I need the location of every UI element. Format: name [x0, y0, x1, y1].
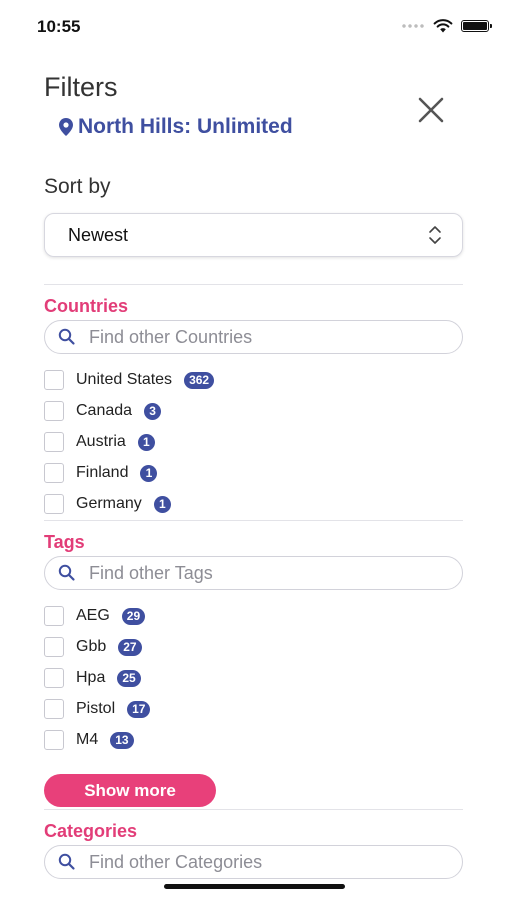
checkbox[interactable]: [44, 401, 64, 421]
location-pin-icon: [59, 118, 73, 136]
sort-select[interactable]: Newest: [44, 213, 463, 257]
count-badge: 1: [137, 433, 155, 451]
sort-label: Sort by: [44, 175, 111, 198]
filter-item[interactable]: United States 362: [44, 369, 215, 391]
filter-item-label: United States: [76, 371, 173, 388]
checkbox[interactable]: [44, 494, 64, 514]
count-badge: 13: [110, 731, 134, 749]
filter-item-label: Hpa: [76, 669, 106, 686]
categories-title: Categories: [44, 821, 138, 841]
countries-title: Countries: [44, 296, 129, 316]
signal-icon: [401, 24, 425, 28]
search-icon: [58, 328, 75, 345]
checkbox[interactable]: [44, 668, 64, 688]
categories-search-input[interactable]: [89, 851, 429, 873]
count-badge: 25: [117, 669, 141, 687]
count-badge: 17: [127, 700, 151, 718]
checkbox[interactable]: [44, 432, 64, 452]
count-badge: 1: [153, 495, 171, 513]
filter-item[interactable]: Hpa 25: [44, 667, 141, 689]
count-badge: 27: [118, 638, 142, 656]
count-badge: 1: [140, 464, 158, 482]
checkbox[interactable]: [44, 637, 64, 657]
tags-search[interactable]: [44, 556, 463, 590]
filter-item-label: Finland: [76, 464, 129, 481]
divider: [44, 520, 463, 521]
sort-selected-value: Newest: [68, 224, 129, 245]
checkbox[interactable]: [44, 699, 64, 719]
checkbox[interactable]: [44, 730, 64, 750]
filter-item-label: Canada: [76, 402, 133, 419]
show-more-button[interactable]: Show more: [44, 774, 216, 807]
checkbox[interactable]: [44, 370, 64, 390]
home-indicator[interactable]: [164, 884, 345, 889]
status-icons: [401, 18, 492, 34]
checkbox[interactable]: [44, 463, 64, 483]
count-badge: 3: [144, 402, 162, 420]
filter-item-label: Gbb: [76, 638, 107, 655]
divider: [44, 284, 463, 285]
countries-search[interactable]: [44, 320, 463, 354]
status-time: 10:55: [37, 17, 81, 36]
filter-item[interactable]: Gbb 27: [44, 636, 142, 658]
filter-item[interactable]: Canada 3: [44, 400, 162, 422]
count-badge: 29: [121, 607, 146, 625]
filter-item[interactable]: M4 13: [44, 729, 134, 751]
search-icon: [58, 853, 75, 870]
filter-item-label: Austria: [76, 433, 126, 450]
categories-search[interactable]: [44, 845, 463, 879]
filter-item-label: Germany: [76, 495, 142, 512]
filter-item-label: Pistol: [76, 700, 116, 717]
checkbox[interactable]: [44, 606, 64, 626]
filter-item-label: M4: [76, 731, 99, 748]
page-title: Filters: [44, 72, 118, 102]
divider: [44, 809, 463, 810]
filter-item[interactable]: Austria 1: [44, 431, 155, 453]
tags-search-input[interactable]: [89, 562, 429, 584]
filter-item[interactable]: Finland 1: [44, 462, 158, 484]
filter-item[interactable]: Pistol 17: [44, 698, 151, 720]
close-icon[interactable]: [414, 93, 448, 127]
select-chevron-icon: [429, 226, 441, 244]
tags-title: Tags: [44, 532, 85, 552]
countries-search-input[interactable]: [89, 326, 429, 348]
wifi-icon: [433, 18, 453, 32]
battery-icon: [461, 20, 492, 32]
count-badge: 362: [184, 371, 215, 389]
location-label: North Hills: Unlimited: [78, 115, 293, 138]
search-icon: [58, 564, 75, 581]
filter-item[interactable]: AEG 29: [44, 605, 146, 627]
filter-item[interactable]: Germany 1: [44, 493, 171, 515]
filter-item-label: AEG: [76, 607, 110, 624]
location-link[interactable]: North Hills: Unlimited: [59, 115, 293, 139]
